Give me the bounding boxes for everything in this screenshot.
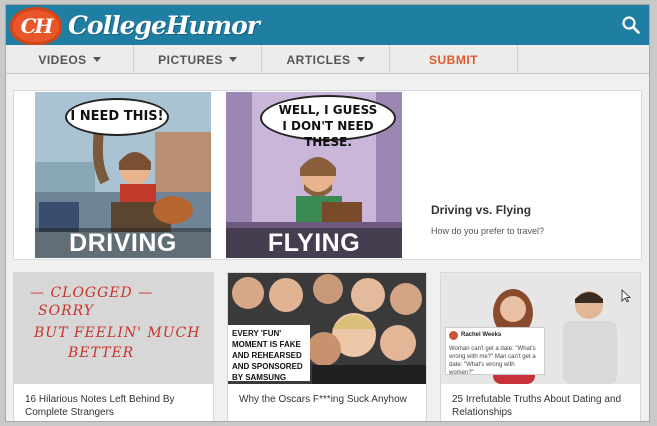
note-text: BUT FEELIN' MUCH [34, 325, 201, 341]
main-nav: VIDEOS PICTURES ARTICLES SUBMIT [6, 45, 649, 74]
nav-item-videos[interactable]: VIDEOS [6, 45, 134, 74]
comic-panel-flying[interactable]: WELL, I GUESS I DON'T NEED THESE. FLYING [226, 92, 402, 258]
nav-item-label: PICTURES [158, 52, 223, 67]
logo-mark-text: CH [20, 14, 54, 38]
speech-bubble-line: WELL, I GUESS [278, 103, 378, 117]
featured-subtitle: How do you prefer to travel? [431, 226, 545, 236]
chevron-down-icon [228, 57, 237, 62]
nav-item-label: SUBMIT [429, 52, 478, 67]
logo-mark[interactable]: CH [10, 7, 62, 45]
card-title[interactable]: Why the Oscars F***ing Suck Anyhow [239, 393, 419, 406]
article-card[interactable]: — CLOGGED — SORRY BUT FEELIN' MUCH BETTE… [13, 272, 214, 421]
image-caption: EVERY 'FUN' MOMENT IS FAKE AND REHEARSED… [228, 325, 310, 382]
featured-article[interactable]: I NEED THIS! DRIVING WELL, I GUESS I DON… [13, 90, 642, 260]
featured-title[interactable]: Driving vs. Flying [431, 203, 531, 217]
nav-item-pictures[interactable]: PICTURES [134, 45, 262, 74]
chevron-down-icon [356, 57, 365, 62]
site-logo[interactable]: CollegeHumor [68, 11, 260, 40]
card-thumbnail[interactable]: — CLOGGED — SORRY BUT FEELIN' MUCH BETTE… [14, 273, 213, 384]
nav-item-submit[interactable]: SUBMIT [390, 45, 518, 74]
chevron-down-icon [92, 57, 101, 62]
tweet-text: Woman can't get a date: "What's wrong wi… [449, 346, 536, 376]
nav-item-label: ARTICLES [286, 52, 351, 67]
card-title[interactable]: 25 Irrefutable Truths About Dating and R… [452, 393, 632, 419]
article-card[interactable]: EVERY 'FUN' MOMENT IS FAKE AND REHEARSED… [227, 272, 427, 421]
search-icon[interactable] [621, 15, 641, 35]
tweet-author: Rachel Weeks [461, 332, 502, 338]
browser-viewport: CH CollegeHumor VIDEOS PICTURES ARTICLES… [5, 4, 650, 422]
site-header: CH CollegeHumor [6, 5, 649, 45]
panel-caption: FLYING [226, 228, 402, 258]
note-text: SORRY [38, 303, 94, 319]
tweet-card: Rachel Weeks Woman can't get a date: "Wh… [445, 327, 545, 376]
speech-bubble-line: I DON'T NEED THESE. [282, 119, 374, 149]
card-thumbnail[interactable]: Rachel Weeks Woman can't get a date: "Wh… [441, 273, 640, 384]
comic-panel-driving[interactable]: I NEED THIS! DRIVING [35, 92, 211, 258]
avatar [449, 331, 458, 340]
panel-caption: DRIVING [35, 228, 211, 258]
card-thumbnail[interactable]: EVERY 'FUN' MOMENT IS FAKE AND REHEARSED… [228, 273, 426, 384]
mouse-cursor-icon [621, 289, 631, 303]
speech-bubble: I NEED THIS! [65, 98, 169, 136]
article-card[interactable]: Rachel Weeks Woman can't get a date: "Wh… [440, 272, 641, 421]
speech-bubble: WELL, I GUESS I DON'T NEED THESE. [260, 95, 396, 149]
nav-item-label: VIDEOS [38, 52, 87, 67]
card-title[interactable]: 16 Hilarious Notes Left Behind By Comple… [25, 393, 205, 419]
note-text: BETTER [68, 345, 135, 361]
note-text: — CLOGGED — [30, 285, 154, 301]
nav-item-articles[interactable]: ARTICLES [262, 45, 390, 74]
